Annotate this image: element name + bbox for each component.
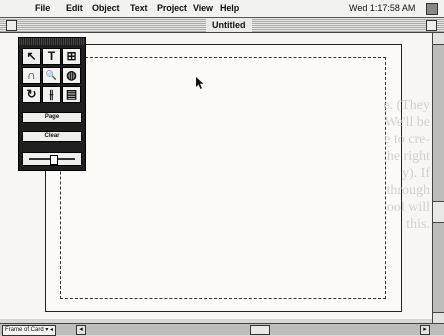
background-text-line: he right [386, 149, 430, 164]
lasso-tool-icon[interactable]: ∩ [22, 67, 41, 84]
view-selector[interactable]: Frame of Card ▾ ◂ [2, 325, 57, 336]
background-text-line: through [386, 183, 430, 198]
window-title-bar[interactable]: Untitled [0, 18, 444, 33]
vertical-scrollbar[interactable] [432, 33, 444, 324]
background-text-line: this. [406, 217, 430, 232]
menu-clock[interactable]: Wed 1:17:58 AM [349, 3, 415, 13]
arrow-tool-icon[interactable]: ↖ [22, 48, 41, 65]
background-text-line: We'll be [384, 115, 430, 130]
application-menu-icon[interactable] [426, 3, 438, 15]
close-box-icon[interactable] [6, 20, 17, 31]
rotate-tool-icon[interactable]: ↻ [22, 86, 41, 103]
zoom-box-icon[interactable] [426, 20, 437, 31]
menu-project[interactable]: Project [157, 3, 187, 13]
menu-object[interactable]: Object [92, 3, 120, 13]
background-text: e. (They We'll be e to cre- he right y).… [230, 97, 430, 233]
zoom-tool-icon[interactable]: 🔍 [42, 67, 61, 84]
slider-knob[interactable] [50, 155, 58, 165]
bottom-status-bar: Frame of Card ▾ ◂ ◂ ▸ [0, 323, 444, 336]
flip-tool-icon[interactable]: ⫲ [42, 86, 61, 103]
fill-tool-icon[interactable]: ◍ [62, 67, 81, 84]
menu-edit[interactable]: Edit [66, 3, 83, 13]
menu-file[interactable]: File [35, 3, 50, 13]
text-tool-icon[interactable]: T [42, 48, 61, 65]
palette-slider[interactable] [22, 152, 82, 166]
menu-view[interactable]: View [193, 3, 213, 13]
arrow-cursor-icon [196, 77, 204, 89]
scroll-up-arrow-icon[interactable] [433, 33, 444, 45]
menu-help[interactable]: Help [220, 3, 239, 13]
background-text-line: ool will [386, 200, 430, 215]
background-text-line: e. (They [383, 98, 430, 113]
tool-palette[interactable]: ↖ T ⊞ ∩ 🔍 ◍ ↻ ⫲ ▤ Page Clear [18, 37, 86, 171]
palette-drag-bar[interactable] [19, 38, 85, 45]
background-text-line: y). If [402, 166, 430, 181]
page-button[interactable]: Page [22, 112, 82, 123]
menu-bar: File Edit Object Text Project View Help … [0, 0, 444, 18]
vertical-scroll-thumb[interactable] [433, 201, 444, 223]
field-tool-icon[interactable]: ⊞ [62, 48, 81, 65]
menu-text[interactable]: Text [130, 3, 148, 13]
apple-icon[interactable] [10, 2, 22, 14]
window-title: Untitled [206, 18, 252, 32]
page-tool-icon[interactable]: ▤ [62, 86, 81, 103]
background-text-line: e to cre- [384, 132, 430, 147]
clear-button[interactable]: Clear [22, 131, 82, 142]
